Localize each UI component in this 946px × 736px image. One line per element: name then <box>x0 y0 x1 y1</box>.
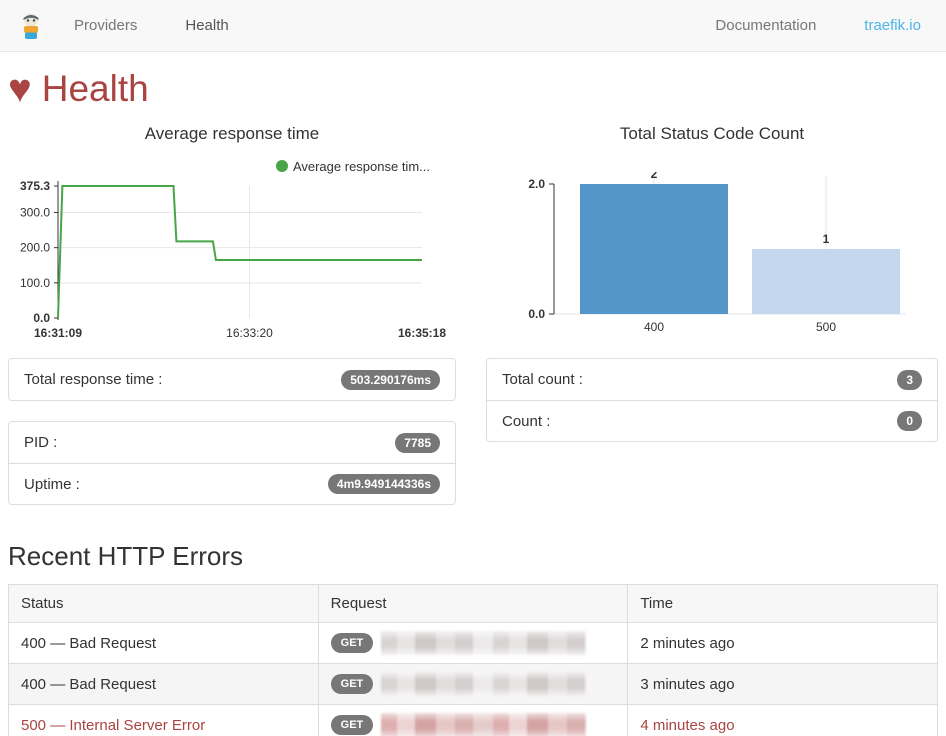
svg-text:400: 400 <box>644 320 664 334</box>
svg-text:500: 500 <box>816 320 836 334</box>
stat-value-badge: 3 <box>897 370 922 390</box>
stat-label: Total count : <box>502 371 583 388</box>
request-cell: GET <box>318 664 628 705</box>
avg-response-time-panel: Average response time Average response t… <box>8 124 456 346</box>
nav-link-health[interactable]: Health <box>185 17 228 34</box>
http-method-badge: GET <box>331 633 374 653</box>
counts-panel: Total count : 3 Count : 0 <box>486 358 938 442</box>
svg-text:375.3: 375.3 <box>20 179 50 193</box>
stat-label: PID : <box>24 434 57 451</box>
stat-row-pid: PID : 7785 <box>9 422 455 463</box>
column-header-request: Request <box>318 585 628 623</box>
recent-http-errors-table: Status Request Time 400 — Bad Request GE… <box>8 584 938 736</box>
bar-chart-title: Total Status Code Count <box>486 124 938 146</box>
nav-link-documentation[interactable]: Documentation <box>715 17 816 34</box>
http-method-badge: GET <box>331 674 374 694</box>
svg-text:200.0: 200.0 <box>20 241 50 255</box>
stats-right-column: Total count : 3 Count : 0 <box>486 358 938 505</box>
navbar: Providers Health Documentation traefik.i… <box>0 0 946 52</box>
nav-link-traefik-io[interactable]: traefik.io <box>864 17 921 34</box>
stats-row: Total response time : 503.290176ms PID :… <box>8 358 938 505</box>
stat-value-badge: 4m9.949144336s <box>328 474 440 494</box>
table-header-row: Status Request Time <box>9 585 938 623</box>
status-cell: 500 — Internal Server Error <box>9 705 319 736</box>
svg-text:0.0: 0.0 <box>33 311 50 325</box>
status-cell: 400 — Bad Request <box>9 664 319 705</box>
status-code-count-chart: 0.0 2.0 2 400 1 500 <box>486 172 938 336</box>
charts-row: Average response time Average response t… <box>8 124 938 346</box>
time-cell: 4 minutes ago <box>628 705 938 736</box>
svg-text:1: 1 <box>823 232 830 246</box>
svg-text:16:33:20: 16:33:20 <box>226 326 273 340</box>
svg-text:16:35:18: 16:35:18 <box>398 326 446 340</box>
status-code-count-panel: Total Status Code Count 0.0 2.0 2 400 1 500 <box>486 124 938 346</box>
legend-label: Average response tim... <box>293 159 430 174</box>
legend-dot-icon <box>276 160 288 172</box>
page-title: ♥ Health <box>8 66 938 112</box>
request-cell: GET <box>318 705 628 736</box>
total-response-time-panel: Total response time : 503.290176ms <box>8 358 456 401</box>
table-row: 400 — Bad Request GET 3 minutes ago <box>9 664 938 705</box>
traefik-mascot-icon <box>20 11 42 41</box>
navbar-right: Documentation traefik.io <box>667 17 921 34</box>
time-cell: 3 minutes ago <box>628 664 938 705</box>
http-method-badge: GET <box>331 715 374 735</box>
recent-http-errors-title: Recent HTTP Errors <box>8 541 938 572</box>
nav-link-providers[interactable]: Providers <box>74 17 137 34</box>
svg-text:2: 2 <box>651 172 658 181</box>
avg-response-time-chart: 0.0 100.0 200.0 300.0 375.3 16:31:09 16:33:20 1… <box>8 178 456 346</box>
column-header-status: Status <box>9 585 319 623</box>
heart-icon: ♥ <box>8 69 32 109</box>
traefik-logo-icon[interactable] <box>20 10 44 42</box>
status-cell: 400 — Bad Request <box>9 623 319 664</box>
stat-row-count: Count : 0 <box>487 400 937 441</box>
stat-label: Count : <box>502 413 550 430</box>
time-cell: 2 minutes ago <box>628 623 938 664</box>
stat-value-badge: 7785 <box>395 433 440 453</box>
redacted-url <box>381 631 586 655</box>
svg-text:16:31:09: 16:31:09 <box>34 326 82 340</box>
stat-label: Uptime : <box>24 476 80 493</box>
stat-row-uptime: Uptime : 4m9.949144336s <box>9 463 455 504</box>
page-title-text: Health <box>42 68 149 110</box>
process-info-panel: PID : 7785 Uptime : 4m9.949144336s <box>8 421 456 505</box>
stat-value-badge: 503.290176ms <box>341 370 440 390</box>
request-cell: GET <box>318 623 628 664</box>
line-chart-legend: Average response tim... <box>8 158 456 174</box>
table-row: 400 — Bad Request GET 2 minutes ago <box>9 623 938 664</box>
redacted-url <box>381 713 586 736</box>
stat-label: Total response time : <box>24 371 162 388</box>
svg-text:100.0: 100.0 <box>20 276 50 290</box>
redacted-url <box>381 672 586 696</box>
svg-text:300.0: 300.0 <box>20 205 50 219</box>
line-chart-title: Average response time <box>8 124 456 146</box>
column-header-time: Time <box>628 585 938 623</box>
stat-value-badge: 0 <box>897 411 922 431</box>
svg-text:0.0: 0.0 <box>528 307 545 321</box>
svg-text:2.0: 2.0 <box>528 177 545 191</box>
stat-row-total-count: Total count : 3 <box>487 359 937 400</box>
stat-row-total-response-time: Total response time : 503.290176ms <box>9 359 455 400</box>
table-row: 500 — Internal Server Error GET 4 minute… <box>9 705 938 736</box>
stats-left-column: Total response time : 503.290176ms PID :… <box>8 358 456 505</box>
